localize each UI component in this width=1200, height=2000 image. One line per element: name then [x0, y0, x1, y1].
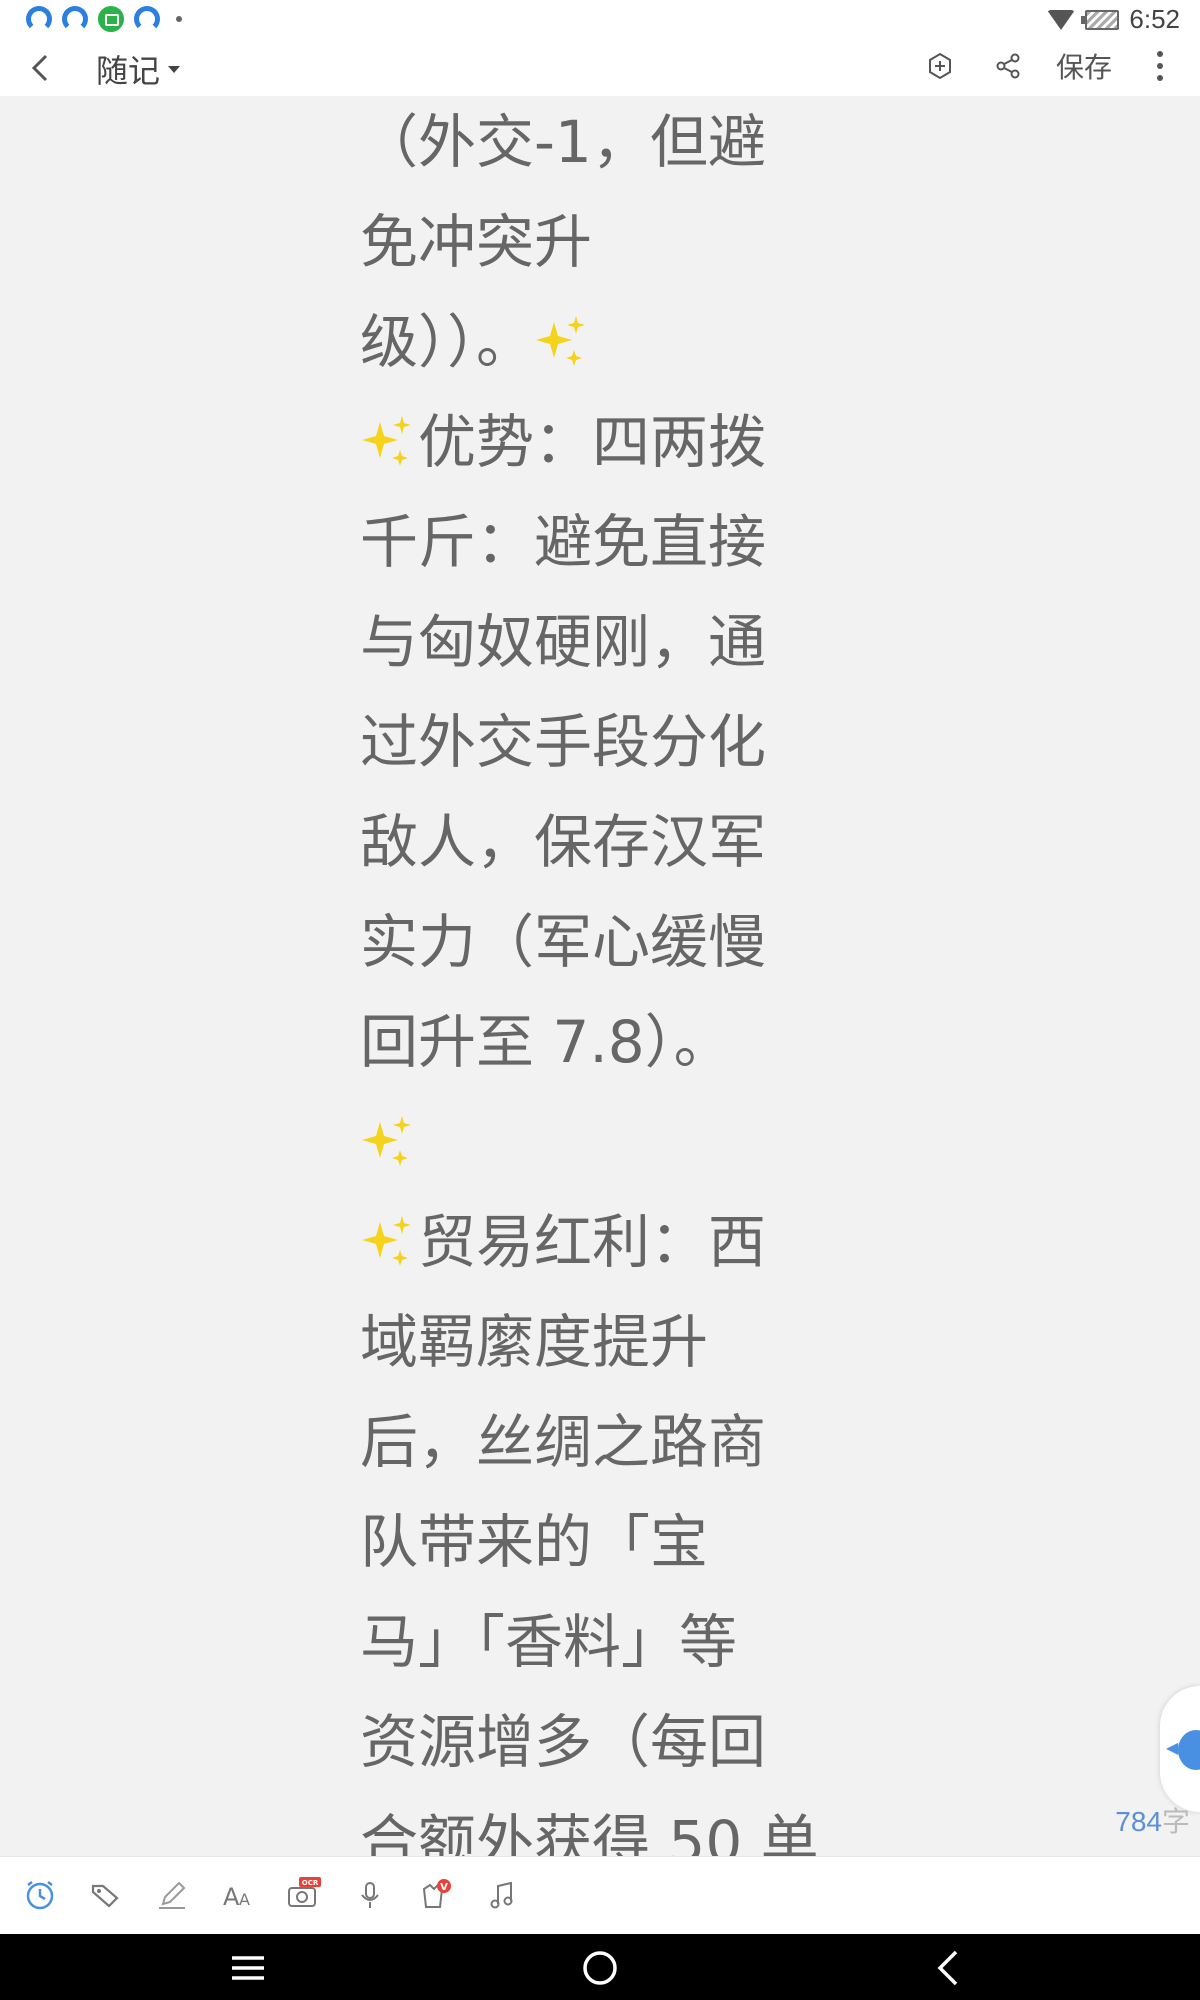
note-line[interactable]: 回升至 7.8）。: [360, 992, 820, 1092]
more-vertical-icon: [1157, 51, 1163, 81]
save-button[interactable]: 保存: [1056, 46, 1112, 86]
system-status: 6:52: [1047, 4, 1180, 35]
note-editor[interactable]: （外交-1，但避 免冲突升 级））。 优势：四两拨 千斤：避免直接 与匈奴硬刚，通 过外交手…: [0, 96, 1200, 1856]
note-line[interactable]: 合额外获得 50 单: [360, 1792, 820, 1856]
voice-input-button[interactable]: [350, 1875, 390, 1915]
handwriting-pen-icon: [159, 1881, 186, 1909]
note-line[interactable]: （外交-1，但避: [360, 96, 820, 192]
gallery-notification-icon: [98, 6, 124, 32]
sparkle-icon: [362, 1116, 411, 1166]
word-count-unit: 字: [1161, 1806, 1190, 1837]
notebook-selector[interactable]: 随记: [96, 46, 182, 92]
note-line[interactable]: [360, 1092, 820, 1192]
music-button[interactable]: [482, 1875, 522, 1915]
add-tag-button[interactable]: [920, 46, 960, 86]
app-notification-icon: [134, 6, 160, 32]
camera-ocr-icon: OCR: [288, 1877, 321, 1907]
vip-badge: V: [440, 1882, 448, 1893]
note-line[interactable]: 优势：四两拨: [360, 392, 820, 492]
note-line[interactable]: 级））。: [360, 292, 820, 392]
microphone-icon: [361, 1882, 379, 1908]
template-vip-icon: V: [422, 1879, 451, 1908]
note-line[interactable]: 后，丝绸之路商: [360, 1392, 820, 1492]
note-toolbar: 随记 保存: [0, 40, 1200, 97]
wifi-icon: [1047, 9, 1076, 30]
svg-text:A: A: [223, 1883, 240, 1911]
note-line[interactable]: 免冲突升: [360, 192, 820, 292]
note-line[interactable]: 贸易红利：西: [360, 1192, 820, 1292]
recent-apps-button[interactable]: [226, 1946, 270, 1990]
add-tag-icon: [928, 52, 951, 80]
note-line[interactable]: 千斤：避免直接: [360, 492, 820, 592]
word-count: 784字: [1115, 1800, 1190, 1840]
nav-back-button[interactable]: [928, 1946, 972, 1990]
page-title: 随记: [96, 52, 161, 90]
note-line[interactable]: 资源增多（每回: [360, 1692, 820, 1792]
template-button[interactable]: V: [416, 1875, 456, 1915]
app-notification-icon: [26, 6, 52, 32]
app-notification-icon: [62, 6, 88, 32]
home-circle-icon: [583, 1951, 617, 1985]
system-navigation-bar: [0, 1934, 1200, 2000]
font-size-button[interactable]: A A: [218, 1875, 258, 1915]
battery-icon: [1081, 9, 1120, 30]
note-body[interactable]: （外交-1，但避 免冲突升 级））。 优势：四两拨 千斤：避免直接 与匈奴硬刚，通 过外交手…: [360, 96, 820, 1856]
font-size-icon: A A: [223, 1883, 250, 1911]
assistant-bubble-icon: [1178, 1730, 1200, 1770]
note-line[interactable]: 与匈奴硬刚，通: [360, 592, 820, 692]
tag-button[interactable]: [86, 1875, 126, 1915]
editor-toolbar: A A OCR V: [0, 1856, 1200, 1935]
note-line[interactable]: 域羁縻度提升: [360, 1292, 820, 1392]
more-notifications-dot-icon: [176, 16, 182, 22]
home-button[interactable]: [578, 1946, 622, 1990]
reminder-button[interactable]: [20, 1875, 60, 1915]
share-icon: [996, 53, 1020, 79]
sparkle-icon: [536, 316, 586, 366]
status-bar: 6:52: [0, 0, 1200, 40]
floating-assistant-tab[interactable]: ◀◀: [1160, 1686, 1200, 1812]
note-line[interactable]: 过外交手段分化: [360, 692, 820, 792]
back-arrow-icon: [937, 1950, 958, 1986]
note-line[interactable]: 敌人，保存汉军: [360, 792, 820, 892]
back-icon: [31, 54, 48, 82]
reminder-clock-icon: [26, 1881, 54, 1910]
svg-text:A: A: [239, 1890, 250, 1909]
music-icon: [490, 1881, 513, 1909]
tag-icon: [91, 1884, 119, 1908]
clock: 6:52: [1129, 4, 1180, 34]
sparkle-icon: [362, 416, 411, 466]
more-options-button[interactable]: [1140, 46, 1180, 86]
dropdown-caret-icon: [168, 66, 181, 73]
word-count-number: 784: [1115, 1806, 1162, 1837]
back-button[interactable]: [22, 48, 62, 88]
note-line[interactable]: 队带来的「宝: [360, 1492, 820, 1592]
handwriting-button[interactable]: [152, 1875, 192, 1915]
camera-ocr-button[interactable]: OCR: [284, 1875, 324, 1915]
sparkle-icon: [362, 1216, 411, 1266]
menu-icon: [232, 1956, 264, 1980]
ocr-badge: OCR: [302, 1879, 319, 1887]
notification-area: [26, 6, 182, 32]
note-line[interactable]: 马」「香料」等: [360, 1592, 820, 1692]
share-button[interactable]: [988, 46, 1028, 86]
note-line[interactable]: 实力（军心缓慢: [360, 892, 820, 992]
